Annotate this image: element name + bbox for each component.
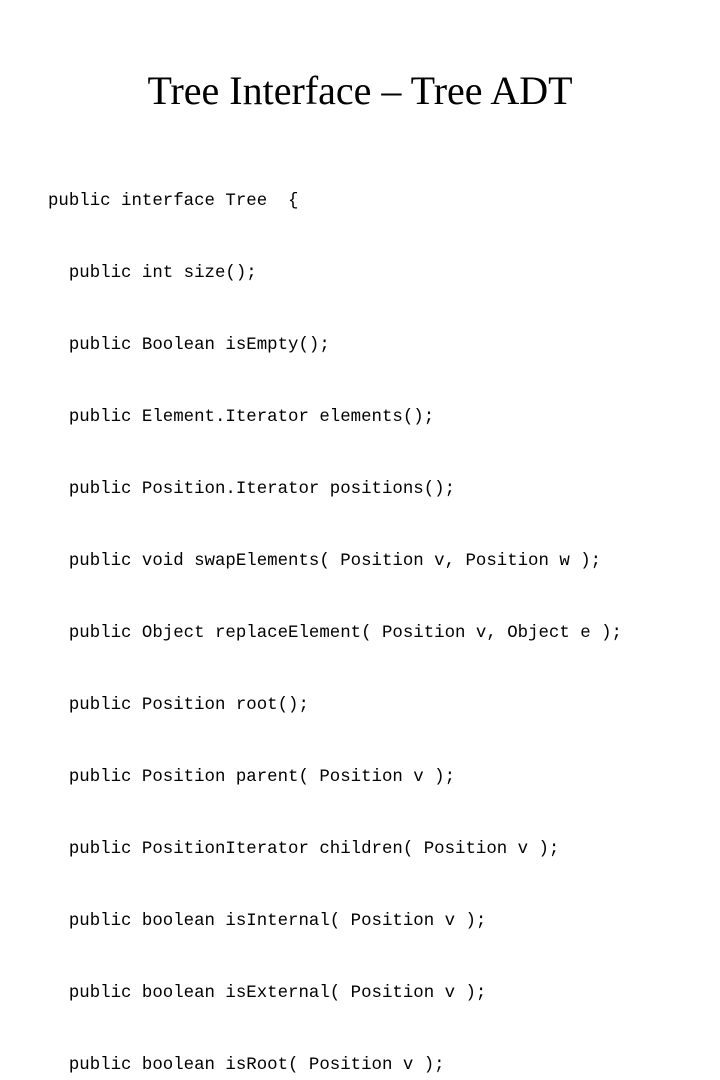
code-line: public int size(); [48, 264, 257, 283]
page-title: Tree Interface – Tree ADT [147, 68, 573, 113]
code-line: public Boolean isEmpty(); [48, 336, 330, 355]
slide-root: Tree Interface – Tree ADT public interfa… [0, 0, 720, 1075]
code-line: public interface Tree { [48, 192, 299, 211]
code-line: public Position parent( Position v ); [48, 768, 456, 787]
code-line: public boolean isInternal( Position v ); [48, 912, 487, 931]
code-line: public Object replaceElement( Position v… [48, 624, 622, 643]
code-line: public void swapElements( Position v, Po… [48, 552, 602, 571]
code-line: public boolean isExternal( Position v ); [48, 984, 487, 1003]
code-line: public Position.Iterator positions(); [48, 480, 456, 499]
code-line: public boolean isRoot( Position v ); [48, 1056, 445, 1075]
code-line: public Position root(); [48, 696, 309, 715]
code-line: public PositionIterator children( Positi… [48, 840, 560, 859]
code-line: public Element.Iterator elements(); [48, 408, 435, 427]
code-block: public interface Tree { public int size(… [48, 142, 720, 1080]
